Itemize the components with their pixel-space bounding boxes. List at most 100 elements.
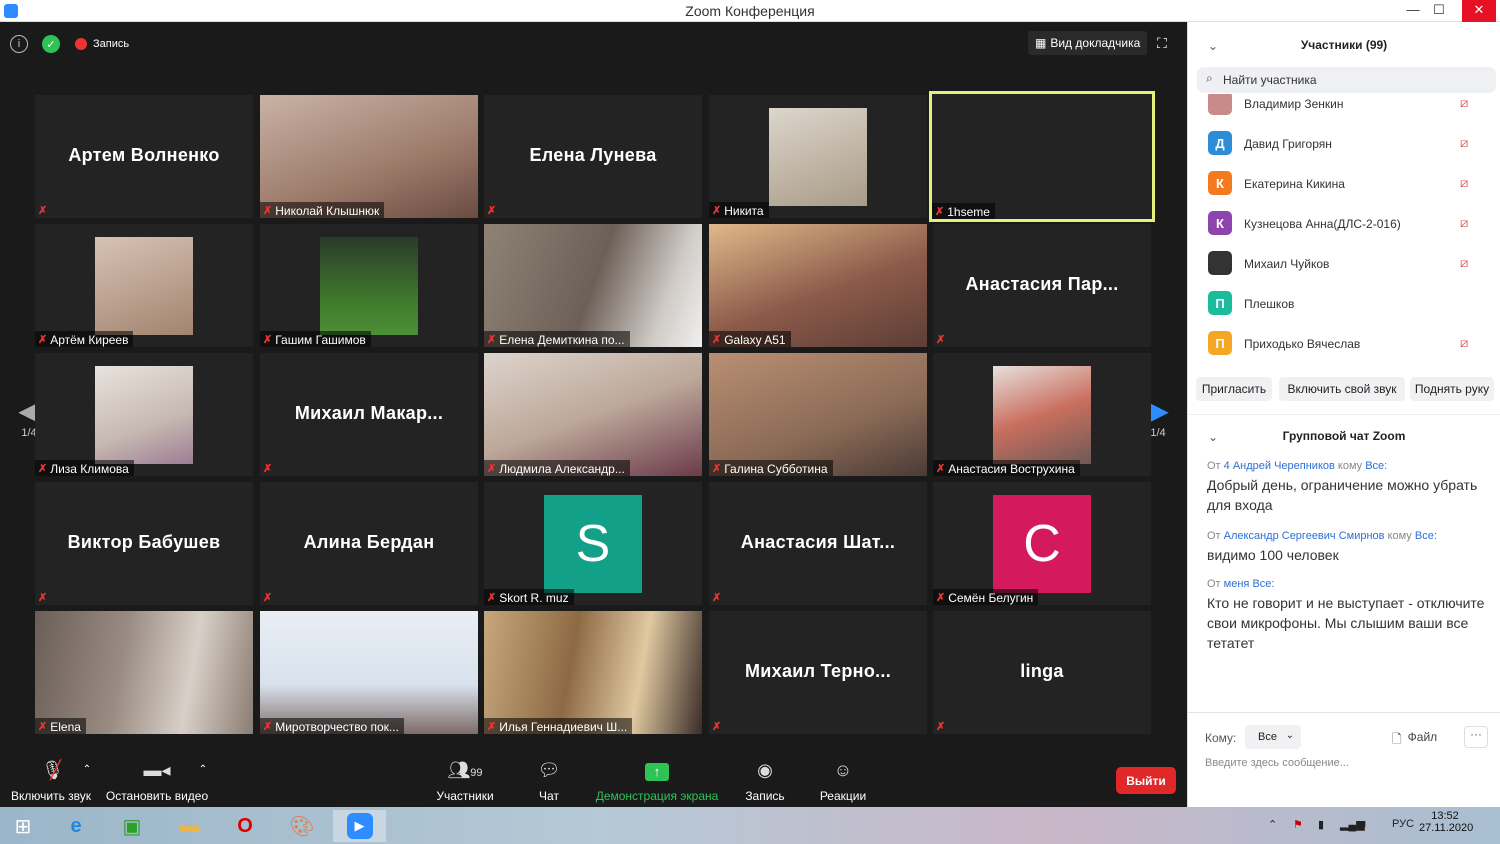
info-button[interactable]: i <box>10 34 28 54</box>
chat-sender[interactable]: 4 Андрей Черепников <box>1224 460 1335 472</box>
participant-name: Галина Субботина <box>724 461 828 476</box>
participant-tile[interactable]: Артем Волненко ✗ <box>35 95 253 218</box>
video-options-chevron-icon[interactable]: ⌃ <box>196 764 210 775</box>
participant-tile[interactable]: Михаил Терно... ✗ <box>709 611 927 734</box>
participant-tile[interactable]: ✗ Лиза Климова <box>35 353 253 476</box>
windows-taskbar: ⊞ e ▣ ▬ O 🎨︎ ▶ ⌃ ⚑ ▮ ▂▄▆ 🔈︎ РУС 13:52 27… <box>0 807 1500 844</box>
participant-name: Elena <box>50 719 81 734</box>
participant-tile[interactable]: Виктор Бабушев ✗ <box>35 482 253 605</box>
reactions-button[interactable]: ☺ Реакции <box>816 760 870 803</box>
chat-sender[interactable]: меня <box>1224 578 1250 590</box>
paint-icon[interactable]: 🎨︎ <box>282 810 322 842</box>
more-options-icon[interactable]: ··· <box>1464 726 1488 748</box>
audio-options-chevron-icon[interactable]: ⌃ <box>80 764 94 775</box>
mic-muted-icon: ✗ <box>487 592 497 604</box>
zoom-taskbar-icon[interactable]: ▶ <box>333 810 386 842</box>
record-label: Запись <box>745 789 785 803</box>
participant-tile[interactable]: ✗ Миротворчество пок... <box>260 611 478 734</box>
encryption-indicator[interactable]: ✓ <box>42 34 60 54</box>
participant-list-item[interactable]: Михаил Чуйков ⧄ <box>1188 244 1500 284</box>
participant-name: Galaxy A51 <box>724 332 786 347</box>
participant-tile[interactable]: ✗ Galaxy A51 <box>709 224 927 347</box>
tray-chevron-icon[interactable]: ⌃ <box>1268 818 1277 831</box>
participant-name-caption: ✗ Лиза Климова <box>35 460 134 476</box>
participant-name: Миротворчество пок... <box>275 719 399 734</box>
participants-label: Участники <box>436 789 494 803</box>
file-label: Файл <box>1407 730 1438 744</box>
participant-search-input[interactable]: ⌕ Найти участника <box>1197 67 1496 93</box>
chat-label: Чат <box>539 789 559 803</box>
participant-display-name: Артем Волненко <box>68 145 220 165</box>
participant-list-item[interactable]: К Кузнецова Анна(ДЛС-2-016) ⧄ <box>1188 204 1500 244</box>
participant-tile[interactable]: linga ✗ <box>933 611 1151 734</box>
fullscreen-icon[interactable]: ⛶ <box>1157 35 1175 53</box>
recipient-select[interactable]: Все ⌄ <box>1245 725 1301 749</box>
participant-tile[interactable]: ✗ Анастасия Вострухина <box>933 353 1151 476</box>
participant-name-caption: ✗ <box>484 202 501 218</box>
close-button[interactable]: ✕ <box>1462 0 1496 22</box>
participant-tile[interactable]: ✗ Никита <box>709 95 927 218</box>
video-off-icon: ⧄ <box>1460 135 1469 150</box>
chat-button[interactable]: 💬︎ Чат <box>530 760 568 803</box>
participant-tile[interactable]: ✗ Людмила Александр... <box>484 353 702 476</box>
maximize-button[interactable]: ☐ <box>1424 0 1454 22</box>
participant-tile[interactable]: Елена Лунева ✗ <box>484 95 702 218</box>
participant-list-item[interactable]: П Плешков <box>1188 284 1500 324</box>
participant-display-name: Анастасия Шат... <box>740 532 896 552</box>
participants-button[interactable]: 👥︎99 Участники <box>434 760 496 803</box>
participant-avatar: C <box>993 495 1091 593</box>
participant-tile[interactable]: ✗ Гашим Гашимов <box>260 224 478 347</box>
recording-indicator[interactable]: Запись <box>75 34 129 54</box>
share-screen-button[interactable]: ↑ Демонстрация экрана <box>594 760 720 803</box>
stop-video-button[interactable]: ▬◂ Остановить видео <box>105 760 209 803</box>
participant-avatar: Д <box>1208 131 1232 155</box>
language-indicator[interactable]: РУС <box>1392 818 1414 830</box>
leave-button[interactable]: Выйти <box>1116 767 1176 794</box>
network-icon[interactable]: ▂▄▆ <box>1340 818 1365 831</box>
mic-muted-icon: ✗ <box>936 463 946 475</box>
participant-tile[interactable]: ✗ Илья Геннадиевич Ш... <box>484 611 702 734</box>
unmute-me-button[interactable]: Включить свой звук <box>1279 377 1405 401</box>
participant-list-item[interactable]: К Екатерина Кикина ⧄ <box>1188 164 1500 204</box>
participant-tile[interactable]: C ✗ Семён Белугин <box>933 482 1151 605</box>
raise-hand-button[interactable]: Поднять руку <box>1410 377 1494 401</box>
file-explorer-icon[interactable]: ▬ <box>170 810 210 842</box>
recipient-value: Все <box>1258 731 1277 743</box>
participant-tile[interactable]: Михаил Макар... ✗ <box>260 353 478 476</box>
file-button[interactable]: 🗋 Файл <box>1392 730 1437 751</box>
clock-time: 13:52 <box>1431 810 1459 822</box>
opera-icon[interactable]: O <box>225 810 265 842</box>
volume-icon[interactable]: 🔈︎ <box>1362 818 1369 831</box>
participant-tile[interactable]: ✗ Галина Субботина <box>709 353 927 476</box>
participant-tile[interactable]: ✗ Николай Клышнюк <box>260 95 478 218</box>
participant-tile[interactable]: ✗ Артём Киреев <box>35 224 253 347</box>
participant-name-caption: ✗ <box>709 718 726 734</box>
record-button[interactable]: ◉ Запись <box>742 760 788 803</box>
file-icon: 🗋 <box>1392 732 1402 746</box>
participant-list-item[interactable]: Владимир Зенкин ⧄ <box>1188 94 1500 124</box>
participant-list-item[interactable]: Д Давид Григорян ⧄ <box>1188 124 1500 164</box>
invite-button[interactable]: Пригласить <box>1196 377 1272 401</box>
clock[interactable]: 13:52 27.11.2020 <box>1419 810 1473 834</box>
participant-tile[interactable]: ✗ Elena <box>35 611 253 734</box>
participant-list-item[interactable]: П Приходько Вячеслав ⧄ <box>1188 324 1500 362</box>
chat-sender[interactable]: Александр Сергеевич Смирнов <box>1224 530 1385 542</box>
participant-tile[interactable]: ✗ 1hseme <box>929 91 1155 222</box>
start-button-icon[interactable]: ⊞ <box>3 810 43 842</box>
chat-message-input[interactable]: Введите здесь сообщение... <box>1205 757 1485 769</box>
participant-tile[interactable]: ✗ Елена Демиткина по... <box>484 224 702 347</box>
chat-message-header: От 4 Андрей Черепников кому Все: <box>1207 460 1388 472</box>
participant-name: Николай Клышнюк <box>275 203 380 218</box>
chat-recipient: Все: <box>1414 530 1437 542</box>
mic-muted-icon: ✗ <box>38 721 48 733</box>
video-off-icon: ⧄ <box>1460 215 1469 230</box>
participant-tile[interactable]: Анастасия Пар... ✗ <box>933 224 1151 347</box>
participant-tile[interactable]: Анастасия Шат... ✗ <box>709 482 927 605</box>
speaker-view-button[interactable]: ▦ Вид докладчика <box>1028 31 1148 55</box>
search-icon: ⌕ <box>1206 71 1213 85</box>
flag-icon[interactable]: ⚑ <box>1293 818 1303 831</box>
store-icon[interactable]: ▣ <box>112 810 152 842</box>
internet-explorer-icon[interactable]: e <box>56 810 96 842</box>
participant-tile[interactable]: S ✗ Skort R. muz <box>484 482 702 605</box>
participant-tile[interactable]: Алина Бердан ✗ <box>260 482 478 605</box>
